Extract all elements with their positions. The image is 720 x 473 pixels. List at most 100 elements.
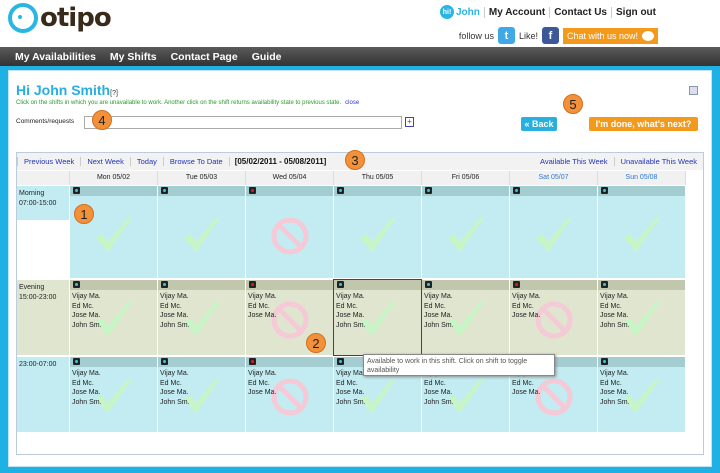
staff-list: Vijay Ma. Ed Mc. Jose Ma. John Sm. — [70, 290, 157, 332]
staff-name: Jose Ma. — [248, 312, 277, 319]
staff-list: Vijay Ma. Ed Mc. Jose Ma. John Sm. — [598, 367, 685, 409]
close-link[interactable]: close — [345, 100, 359, 106]
day-header: Fri 05/06 — [422, 171, 510, 185]
next-week-link[interactable]: Next Week — [80, 157, 130, 166]
shift-cell-available[interactable]: Vijay Ma. Ed Mc. Jose Ma. John Sm. — [70, 280, 157, 355]
nav-my-shifts[interactable]: My Shifts — [110, 51, 157, 63]
shift-cell-available[interactable] — [422, 186, 509, 278]
shift-label: 23:00-07:00 — [17, 357, 69, 432]
shift-cell-unavailable[interactable]: Vijay Ma. Ed Mc. Jose Ma. — [246, 357, 333, 432]
shift-name: Morning — [19, 190, 45, 197]
collapse-icon[interactable] — [689, 86, 698, 95]
back-button[interactable]: « Back — [521, 117, 557, 131]
twitter-icon[interactable]: t — [497, 27, 515, 44]
staff-name: Ed Mc. — [424, 302, 446, 310]
cell-bar — [70, 280, 157, 290]
staff-list: Vijay Ma. Ed Mc. Jose Ma. — [246, 367, 333, 400]
browse-to-date-link[interactable]: Browse To Date — [162, 157, 229, 166]
staff-name: John Sm. — [424, 321, 454, 329]
annotation-badge: 2 — [306, 333, 326, 353]
staff-name: Vijay Ma. — [72, 293, 101, 300]
cell-bar — [246, 186, 333, 196]
cell-bar — [510, 280, 597, 290]
chat-button[interactable]: Chat with us now! — [562, 27, 658, 44]
shift-cell-available[interactable] — [334, 186, 421, 278]
cell-bar — [158, 186, 245, 196]
done-button[interactable]: I'm done, what's next? — [589, 117, 698, 131]
shift-cell-available[interactable] — [158, 186, 245, 278]
day-header: Wed 05/04 — [246, 171, 334, 185]
previous-week-link[interactable]: Previous Week — [17, 157, 80, 166]
cell-bar — [158, 280, 245, 290]
staff-name: Vijay Ma. — [248, 293, 277, 300]
my-account-link[interactable]: My Account — [483, 6, 549, 18]
staff-name: Jose Ma. — [160, 312, 189, 319]
staff-name: Vijay Ma. — [600, 293, 629, 300]
day-header: Sat 05/07 — [510, 171, 598, 185]
staff-list — [334, 196, 421, 200]
user-link[interactable]: John — [456, 7, 480, 18]
status-dot-icon — [601, 281, 608, 288]
page-title: Hi John Smith[?] — [16, 82, 118, 98]
nav-contact-page[interactable]: Contact Page — [171, 51, 238, 63]
status-dot-icon — [249, 358, 256, 365]
checkmark-icon — [620, 214, 664, 260]
main-nav: My Availabilities My Shifts Contact Page… — [0, 47, 720, 66]
unavailable-icon — [270, 216, 310, 258]
shift-cell-available[interactable]: Vijay Ma. Ed Mc. Jose Ma. John Sm. — [333, 279, 422, 356]
shift-cell-available[interactable] — [510, 186, 597, 278]
staff-name: Vijay Ma. — [160, 293, 189, 300]
shift-cell-unavailable[interactable] — [246, 186, 333, 278]
today-link[interactable]: Today — [129, 157, 163, 166]
annotation-badge: 4 — [92, 110, 112, 130]
staff-name: Jose Ma. — [160, 389, 189, 396]
follow-us-label: follow us — [458, 30, 494, 41]
staff-name: Jose Ma. — [424, 389, 453, 396]
sign-out-link[interactable]: Sign out — [611, 6, 660, 18]
staff-list — [70, 196, 157, 200]
staff-name: John Sm. — [600, 321, 630, 329]
shift-cell-available[interactable]: Vijay Ma. Ed Mc. Jose Ma. John Sm. — [598, 280, 685, 355]
facebook-icon[interactable]: f — [541, 27, 559, 44]
staff-name: John Sm. — [336, 321, 366, 329]
staff-list — [598, 196, 685, 200]
staff-name: Jose Ma. — [512, 312, 541, 319]
shift-cell-available[interactable]: Vijay Ma. Ed Mc. Jose Ma. John Sm. — [422, 280, 509, 355]
staff-name: Ed Mc. — [600, 302, 622, 310]
shift-cell-unavailable[interactable]: Vijay Ma. Ed Mc. Jose Ma. — [510, 280, 597, 355]
available-this-week-link[interactable]: Available This Week — [534, 157, 614, 166]
status-dot-icon — [161, 281, 168, 288]
unavailable-this-week-link[interactable]: Unavailable This Week — [613, 157, 703, 166]
staff-name: John Sm. — [160, 398, 190, 406]
checkmark-icon — [356, 214, 400, 260]
shift-label: Morning 07:00-15:00 — [17, 186, 69, 278]
status-dot-icon — [337, 358, 344, 365]
add-comment-icon[interactable]: + — [405, 117, 414, 127]
staff-name: Ed Mc. — [336, 302, 358, 310]
shift-cell-available[interactable]: Vijay Ma. Ed Mc. Jose Ma. John Sm. — [158, 357, 245, 432]
staff-list — [158, 196, 245, 200]
nav-guide[interactable]: Guide — [252, 51, 282, 63]
checkmark-icon — [444, 214, 488, 260]
shift-cell-available[interactable] — [598, 186, 685, 278]
help-link[interactable]: [?] — [110, 90, 118, 97]
shift-cell-available[interactable]: Vijay Ma. Ed Mc. Jose Ma. John Sm. — [158, 280, 245, 355]
annotation-badge: 5 — [563, 94, 583, 114]
cell-bar — [510, 186, 597, 196]
staff-name: John Sm. — [600, 398, 630, 406]
status-dot-icon — [337, 281, 344, 288]
comments-input[interactable] — [84, 116, 402, 129]
otipo-logo[interactable]: otipo — [8, 3, 112, 33]
shift-cell-available[interactable]: Vijay Ma. Ed Mc. Jose Ma. John Sm. — [598, 357, 685, 432]
cell-bar — [422, 280, 509, 290]
chat-bubble-icon — [642, 30, 654, 41]
staff-list — [510, 196, 597, 200]
staff-name: Vijay Ma. — [72, 370, 101, 377]
staff-name: Jose Ma. — [512, 389, 541, 396]
shift-cell-available[interactable] — [70, 186, 157, 278]
nav-my-availabilities[interactable]: My Availabilities — [15, 51, 96, 63]
shift-cell-available[interactable]: Vijay Ma. Ed Mc. Jose Ma. John Sm. — [70, 357, 157, 432]
staff-list: Vijay Ma. Ed Mc. Jose Ma. John Sm. — [334, 290, 421, 332]
contact-us-link[interactable]: Contact Us — [549, 6, 611, 18]
cell-bar — [422, 186, 509, 196]
